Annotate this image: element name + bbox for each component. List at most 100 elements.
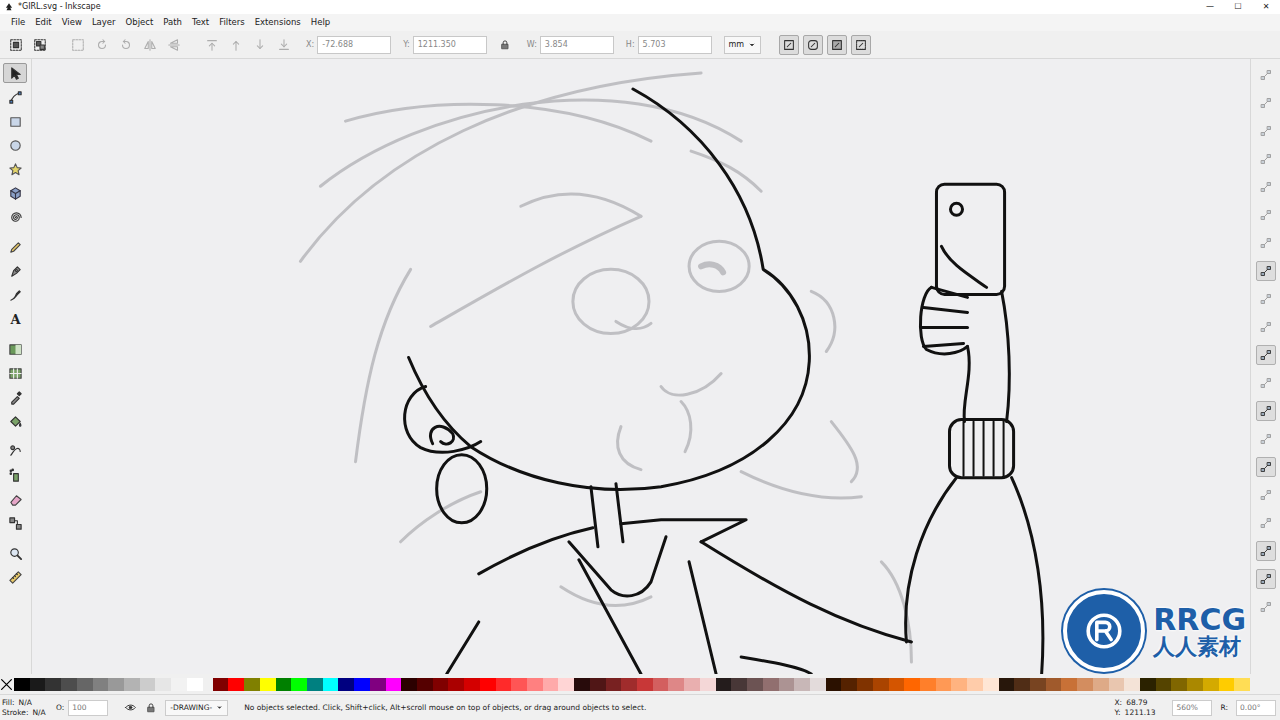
text-tool[interactable]: A [3, 309, 27, 329]
color-swatch[interactable] [45, 678, 61, 691]
color-swatch[interactable] [30, 678, 46, 691]
color-swatch[interactable] [1203, 678, 1219, 691]
color-swatch[interactable] [841, 678, 857, 691]
color-swatch[interactable] [61, 678, 77, 691]
color-swatch[interactable] [448, 678, 464, 691]
opacity-input[interactable]: 100 [68, 700, 108, 716]
menu-item[interactable]: Text [187, 14, 214, 31]
eraser-tool[interactable] [3, 489, 27, 509]
scale-stroke-toggle[interactable] [779, 35, 799, 55]
gradient-tool[interactable] [3, 339, 27, 359]
color-swatch[interactable] [511, 678, 527, 691]
mesh-tool[interactable] [3, 363, 27, 383]
color-swatch[interactable] [716, 678, 732, 691]
color-swatch[interactable] [14, 678, 30, 691]
color-swatch[interactable] [1077, 678, 1093, 691]
color-swatch[interactable] [480, 678, 496, 691]
layer-dropdown[interactable]: -DRAWING- [165, 700, 228, 716]
color-swatch[interactable] [621, 678, 637, 691]
color-swatch[interactable] [543, 678, 559, 691]
color-swatch[interactable] [653, 678, 669, 691]
color-swatch[interactable] [401, 678, 417, 691]
measure-tool[interactable] [3, 567, 27, 587]
color-swatch[interactable] [155, 678, 171, 691]
dropper-tool[interactable] [3, 387, 27, 407]
eye-icon[interactable] [124, 701, 137, 714]
color-swatch[interactable] [370, 678, 386, 691]
zoom-tool[interactable] [3, 543, 27, 563]
color-swatch[interactable] [1156, 678, 1172, 691]
ellipse-tool[interactable] [3, 135, 27, 155]
color-swatch[interactable] [213, 678, 229, 691]
lock-button[interactable] [495, 35, 515, 55]
color-swatch[interactable] [140, 678, 156, 691]
color-swatch[interactable] [731, 678, 747, 691]
color-swatch[interactable] [433, 678, 449, 691]
unit-dropdown[interactable]: mm [724, 36, 762, 54]
connector-tool[interactable] [3, 513, 27, 533]
color-swatch[interactable] [496, 678, 512, 691]
rotation-field[interactable]: 0.00° [1236, 700, 1276, 716]
box3d-tool[interactable] [3, 183, 27, 203]
bucket-tool[interactable] [3, 411, 27, 431]
color-swatch[interactable] [558, 678, 574, 691]
menu-item[interactable]: Extensions [250, 14, 306, 31]
snap-toggle[interactable] [1256, 429, 1276, 449]
snap-toggle[interactable] [1256, 373, 1276, 393]
color-swatch[interactable] [124, 678, 140, 691]
snap-toggle[interactable] [1256, 177, 1276, 197]
color-swatch[interactable] [1140, 678, 1156, 691]
color-swatch[interactable] [187, 678, 203, 691]
color-swatch[interactable] [873, 678, 889, 691]
snap-toggle[interactable] [1256, 541, 1276, 561]
color-swatch[interactable] [668, 678, 684, 691]
color-swatch[interactable] [794, 678, 810, 691]
color-swatch[interactable] [527, 678, 543, 691]
menu-item[interactable]: Path [158, 14, 187, 31]
color-swatch[interactable] [779, 678, 795, 691]
zoom-field[interactable]: 560% [1172, 700, 1212, 716]
color-swatch[interactable] [354, 678, 370, 691]
snap-toggle[interactable] [1256, 261, 1276, 281]
color-swatch[interactable] [276, 678, 292, 691]
color-swatch[interactable] [606, 678, 622, 691]
color-swatch[interactable] [1093, 678, 1109, 691]
color-swatch[interactable] [747, 678, 763, 691]
color-swatch[interactable] [260, 678, 276, 691]
color-swatch[interactable] [228, 678, 244, 691]
window-control-button[interactable]: ☐ [1224, 1, 1252, 13]
spray-tool[interactable] [3, 465, 27, 485]
color-swatch[interactable] [1219, 678, 1235, 691]
color-swatch[interactable] [291, 678, 307, 691]
tweak-tool[interactable] [3, 441, 27, 461]
no-paint-icon[interactable] [0, 678, 14, 691]
color-swatch[interactable] [951, 678, 967, 691]
color-swatch[interactable] [637, 678, 653, 691]
node-tool[interactable] [3, 87, 27, 107]
color-swatch[interactable] [1046, 678, 1062, 691]
snap-toggle[interactable] [1256, 401, 1276, 421]
menu-item[interactable]: View [57, 14, 87, 31]
snap-toggle[interactable] [1256, 205, 1276, 225]
snap-toggle[interactable] [1256, 597, 1276, 617]
color-swatch[interactable] [857, 678, 873, 691]
move-patterns-toggle[interactable] [851, 35, 871, 55]
color-swatch[interactable] [338, 678, 354, 691]
menu-item[interactable]: Help [306, 14, 335, 31]
menu-item[interactable]: Layer [87, 14, 121, 31]
window-control-button[interactable]: — [1196, 1, 1224, 13]
color-swatch[interactable] [684, 678, 700, 691]
color-swatch[interactable] [999, 678, 1015, 691]
color-swatch[interactable] [108, 678, 124, 691]
window-control-button[interactable]: ✕ [1252, 1, 1280, 13]
color-swatch[interactable] [171, 678, 187, 691]
selector-tool[interactable] [3, 63, 27, 83]
snap-toggle[interactable] [1256, 93, 1276, 113]
scale-corners-toggle[interactable] [803, 35, 823, 55]
snap-toggle[interactable] [1256, 569, 1276, 589]
menu-item[interactable]: File [6, 14, 30, 31]
color-swatch[interactable] [1030, 678, 1046, 691]
color-swatch[interactable] [1109, 678, 1125, 691]
select-layers-button[interactable] [30, 35, 50, 55]
color-swatch[interactable] [826, 678, 842, 691]
